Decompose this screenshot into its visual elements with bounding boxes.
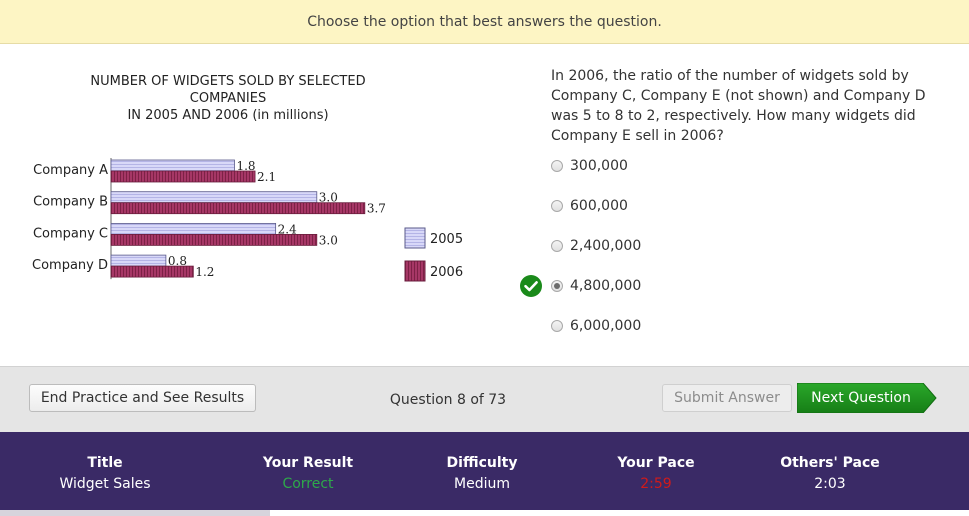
bar-2005 (110, 254, 167, 267)
check-circle-icon (520, 275, 542, 297)
radio-button[interactable] (551, 160, 563, 172)
bar-value-label: 1.2 (195, 265, 214, 279)
option-label: 600,000 (570, 198, 628, 214)
next-question-label: Next Question (811, 390, 911, 406)
bar-2005 (110, 222, 277, 235)
radio-button[interactable] (551, 320, 563, 332)
question-info-bar: Title Widget Sales Your Result Correct D… (0, 432, 969, 510)
info-difficulty-heading: Difficulty (446, 455, 518, 471)
submit-answer-button[interactable]: Submit Answer (662, 384, 792, 412)
option-label: 300,000 (570, 158, 628, 174)
option-label: 4,800,000 (570, 278, 642, 294)
horizontal-scrollbar[interactable] (0, 510, 969, 516)
end-practice-button[interactable]: End Practice and See Results (29, 384, 256, 412)
category-label: Company D (32, 258, 108, 273)
next-question-button[interactable]: Next Question (797, 383, 937, 413)
bar-value-label: 2.1 (257, 170, 276, 184)
info-result-heading: Your Result (262, 455, 354, 471)
option-label: 2,400,000 (570, 238, 642, 254)
question-content: NUMBER OF WIDGETS SOLD BY SELECTED COMPA… (0, 44, 969, 366)
bar-value-label: 3.7 (367, 202, 386, 216)
info-title-value: Widget Sales (59, 476, 151, 492)
radio-button[interactable] (551, 200, 563, 212)
option-2[interactable]: 600,000 (551, 196, 628, 216)
info-difficulty: Difficulty Medium (407, 454, 557, 494)
bar-2006 (110, 265, 194, 278)
info-difficulty-value: Medium (454, 476, 510, 492)
widgets-chart: NUMBER OF WIDGETS SOLD BY SELECTED COMPA… (18, 62, 488, 282)
legend-swatch-2005 (404, 227, 426, 249)
legend-label: 2005 (430, 232, 463, 247)
legend-swatch-2006 (404, 260, 426, 282)
bar-2006 (110, 233, 318, 246)
option-1[interactable]: 300,000 (551, 156, 628, 176)
info-title: Title Widget Sales (30, 454, 180, 494)
info-pace-heading: Your Pace (617, 455, 695, 471)
info-others-value: 2:03 (814, 476, 846, 492)
info-result-value: Correct (282, 476, 334, 492)
info-others-pace: Others' Pace 2:03 (755, 454, 905, 494)
question-counter: Question 8 of 73 (389, 392, 507, 408)
bar-2005 (110, 191, 318, 204)
option-3[interactable]: 2,400,000 (551, 236, 641, 256)
bar-value-label: 3.0 (319, 233, 338, 247)
info-title-heading: Title (87, 455, 123, 471)
bar-2006 (110, 170, 256, 183)
bar-2005 (110, 159, 235, 172)
category-label: Company A (33, 163, 108, 178)
info-others-heading: Others' Pace (780, 455, 880, 471)
category-label: Company B (33, 195, 108, 210)
instruction-banner: Choose the option that best answers the … (0, 0, 969, 44)
chart-svg: Company A 1.82.1Company B 3.03.7Company C2… (32, 158, 463, 282)
bar-2006 (110, 202, 366, 215)
instruction-text: Choose the option that best answers the … (307, 13, 662, 30)
scrollbar-thumb[interactable] (0, 510, 270, 516)
option-5[interactable]: 6,000,000 (551, 316, 641, 336)
info-result: Your Result Correct (233, 454, 383, 494)
option-4[interactable]: 4,800,000 (551, 276, 641, 296)
question-text: In 2006, the ratio of the number of widg… (551, 68, 926, 144)
info-pace-value: 2:59 (640, 476, 672, 492)
info-your-pace: Your Pace 2:59 (581, 454, 731, 494)
radio-button-selected[interactable] (551, 280, 563, 292)
action-bar: End Practice and See Results Question 8 … (0, 366, 969, 432)
radio-button[interactable] (551, 240, 563, 252)
category-label: Company C (33, 226, 108, 241)
legend-label: 2006 (430, 265, 463, 280)
option-label: 6,000,000 (570, 318, 642, 334)
